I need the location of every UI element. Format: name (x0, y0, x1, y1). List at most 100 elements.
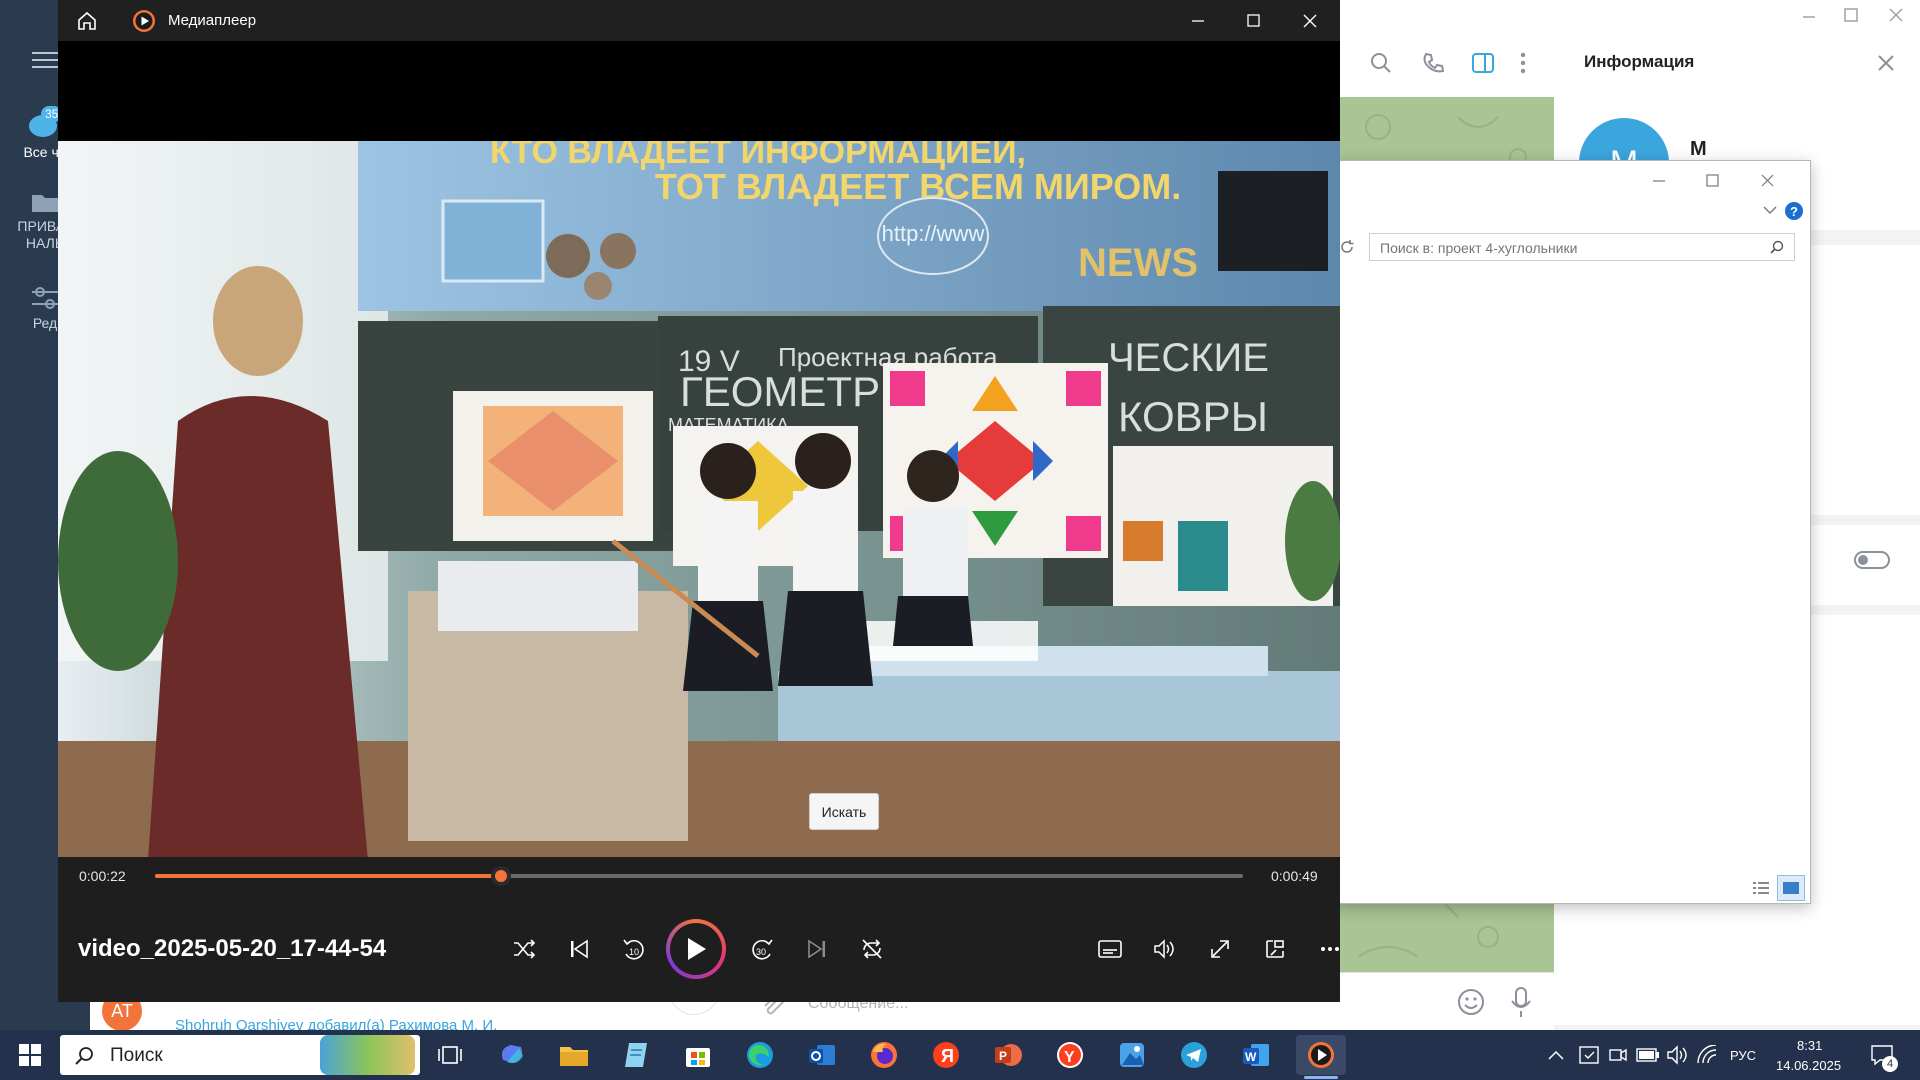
search-icon[interactable] (1370, 52, 1392, 74)
powerpoint-app[interactable]: P (986, 1035, 1030, 1075)
fullscreen-icon (1211, 940, 1229, 958)
yandex-browser-icon: Y (1057, 1042, 1083, 1068)
media-player-app-active[interactable] (1296, 1035, 1346, 1075)
rewind-10-icon: 10 (623, 939, 644, 960)
large-icons-view-button[interactable] (1777, 875, 1805, 901)
maximize-icon (1844, 8, 1858, 22)
poster-url: http://www (882, 221, 985, 246)
play-icon (688, 938, 706, 960)
chat-header (1338, 30, 1554, 98)
emoji-icon[interactable] (1456, 987, 1486, 1017)
search-icon[interactable] (1770, 240, 1784, 254)
telegram-app[interactable] (1172, 1035, 1216, 1075)
search-highlight-image (320, 1035, 415, 1075)
folder-icon (560, 1047, 588, 1066)
more-options-button[interactable] (1310, 929, 1350, 969)
shuffle-icon (514, 939, 536, 959)
active-app-indicator (1304, 1076, 1338, 1079)
photos-app[interactable] (1110, 1035, 1154, 1075)
side-panel-icon[interactable] (1472, 52, 1494, 74)
volume-icon[interactable] (1666, 1045, 1688, 1065)
store-app[interactable] (676, 1035, 720, 1075)
battery-icon[interactable] (1636, 1047, 1660, 1063)
more-vertical-icon[interactable] (1518, 52, 1528, 74)
task-view-button[interactable] (428, 1035, 472, 1075)
home-icon[interactable] (76, 10, 98, 32)
svg-text:P: P (999, 1049, 1007, 1063)
sliders-icon (32, 287, 58, 309)
poster-line2: ТОТ ВЛАДЕЕТ ВСЕМ МИРОМ. (655, 166, 1181, 207)
explorer-search-box[interactable] (1369, 233, 1795, 261)
forward-30-button[interactable]: 30 (742, 929, 782, 969)
powerpoint-icon: P (995, 1044, 1022, 1066)
copilot-icon (502, 1045, 523, 1064)
security-icon[interactable] (1578, 1045, 1600, 1065)
rewind-10-button[interactable]: 10 (614, 929, 654, 969)
store-icon (686, 1048, 710, 1067)
svg-text:10: 10 (629, 947, 639, 957)
notification-count-badge: 4 (1882, 1056, 1898, 1072)
microphone-icon[interactable] (1510, 987, 1532, 1019)
player-titlebar: Медиаплеер (58, 0, 1340, 41)
yandex-app[interactable]: Я (924, 1035, 968, 1075)
seek-bar[interactable] (155, 866, 1243, 886)
seek-tooltip: Искать (809, 793, 879, 830)
task-view-icon (438, 1046, 462, 1064)
explorer-window: ? (1336, 160, 1811, 904)
video-title: video_2025-05-20_17-44-54 (78, 935, 387, 962)
copilot-app[interactable] (490, 1035, 534, 1075)
edge-icon (747, 1042, 773, 1068)
yandex-browser-app[interactable]: Y (1048, 1035, 1092, 1075)
start-button[interactable] (8, 1035, 52, 1075)
outlook-icon (809, 1045, 835, 1065)
window-title: Медиаплеер (168, 12, 257, 29)
previous-button[interactable] (559, 929, 599, 969)
volume-button[interactable] (1145, 929, 1185, 969)
phone-icon[interactable] (1422, 52, 1444, 74)
word-app[interactable]: W (1234, 1035, 1278, 1075)
search-icon (75, 1047, 93, 1065)
maximize-icon (1247, 14, 1260, 27)
notepad-app[interactable] (614, 1035, 658, 1075)
chevron-down-icon[interactable] (1763, 205, 1777, 215)
svg-text:Y: Y (1064, 1049, 1075, 1066)
mini-player-button[interactable] (1255, 929, 1295, 969)
telegram-window-controls (1795, 5, 1915, 30)
seek-progress (155, 874, 501, 878)
refresh-icon[interactable] (1339, 239, 1355, 255)
more-horizontal-icon (1321, 947, 1339, 951)
meet-icon[interactable] (1608, 1045, 1628, 1065)
board-subject: ГЕОМЕТРИ (680, 368, 910, 415)
clock-date[interactable]: 14.06.2025 (1776, 1058, 1841, 1073)
taskbar-search[interactable]: Поиск (60, 1035, 420, 1075)
wifi-icon[interactable] (1696, 1045, 1718, 1065)
close-icon[interactable] (1877, 54, 1895, 72)
outlook-app[interactable] (800, 1035, 844, 1075)
media-player-window: Медиаплеер КТО ВЛАДЕЕТ ИНФОРМАЦИЕЙ, ТОТ … (58, 0, 1340, 1002)
yandex-icon: Я (933, 1042, 959, 1068)
video-frame[interactable]: КТО ВЛАДЕЕТ ИНФОРМАЦИЕЙ, ТОТ ВЛАДЕЕТ ВСЕ… (58, 141, 1340, 857)
play-button[interactable] (666, 919, 726, 979)
hamburger-icon (32, 52, 58, 68)
subtitles-icon (1098, 940, 1122, 958)
next-button[interactable] (797, 929, 837, 969)
edge-app[interactable] (738, 1035, 782, 1075)
shuffle-button[interactable] (504, 929, 544, 969)
input-language[interactable]: РУС (1730, 1048, 1756, 1063)
info-title: Информация (1584, 52, 1695, 71)
clock-time[interactable]: 8:31 (1797, 1038, 1822, 1053)
explorer-search-input[interactable] (1378, 235, 1762, 261)
repeat-button[interactable] (852, 929, 892, 969)
seek-thumb[interactable] (490, 866, 511, 886)
fullscreen-button[interactable] (1200, 929, 1240, 969)
details-view-icon[interactable] (1751, 879, 1771, 897)
file-explorer-app[interactable] (552, 1035, 596, 1075)
notifications-toggle[interactable] (1854, 551, 1890, 569)
help-icon[interactable]: ? (1785, 202, 1803, 220)
firefox-app[interactable] (862, 1035, 906, 1075)
subtitles-button[interactable] (1090, 929, 1130, 969)
notepad-icon (625, 1043, 647, 1067)
volume-icon (1154, 939, 1174, 959)
video-scene: КТО ВЛАДЕЕТ ИНФОРМАЦИЕЙ, ТОТ ВЛАДЕЕТ ВСЕ… (58, 141, 1340, 857)
chevron-up-icon[interactable] (1548, 1050, 1564, 1060)
